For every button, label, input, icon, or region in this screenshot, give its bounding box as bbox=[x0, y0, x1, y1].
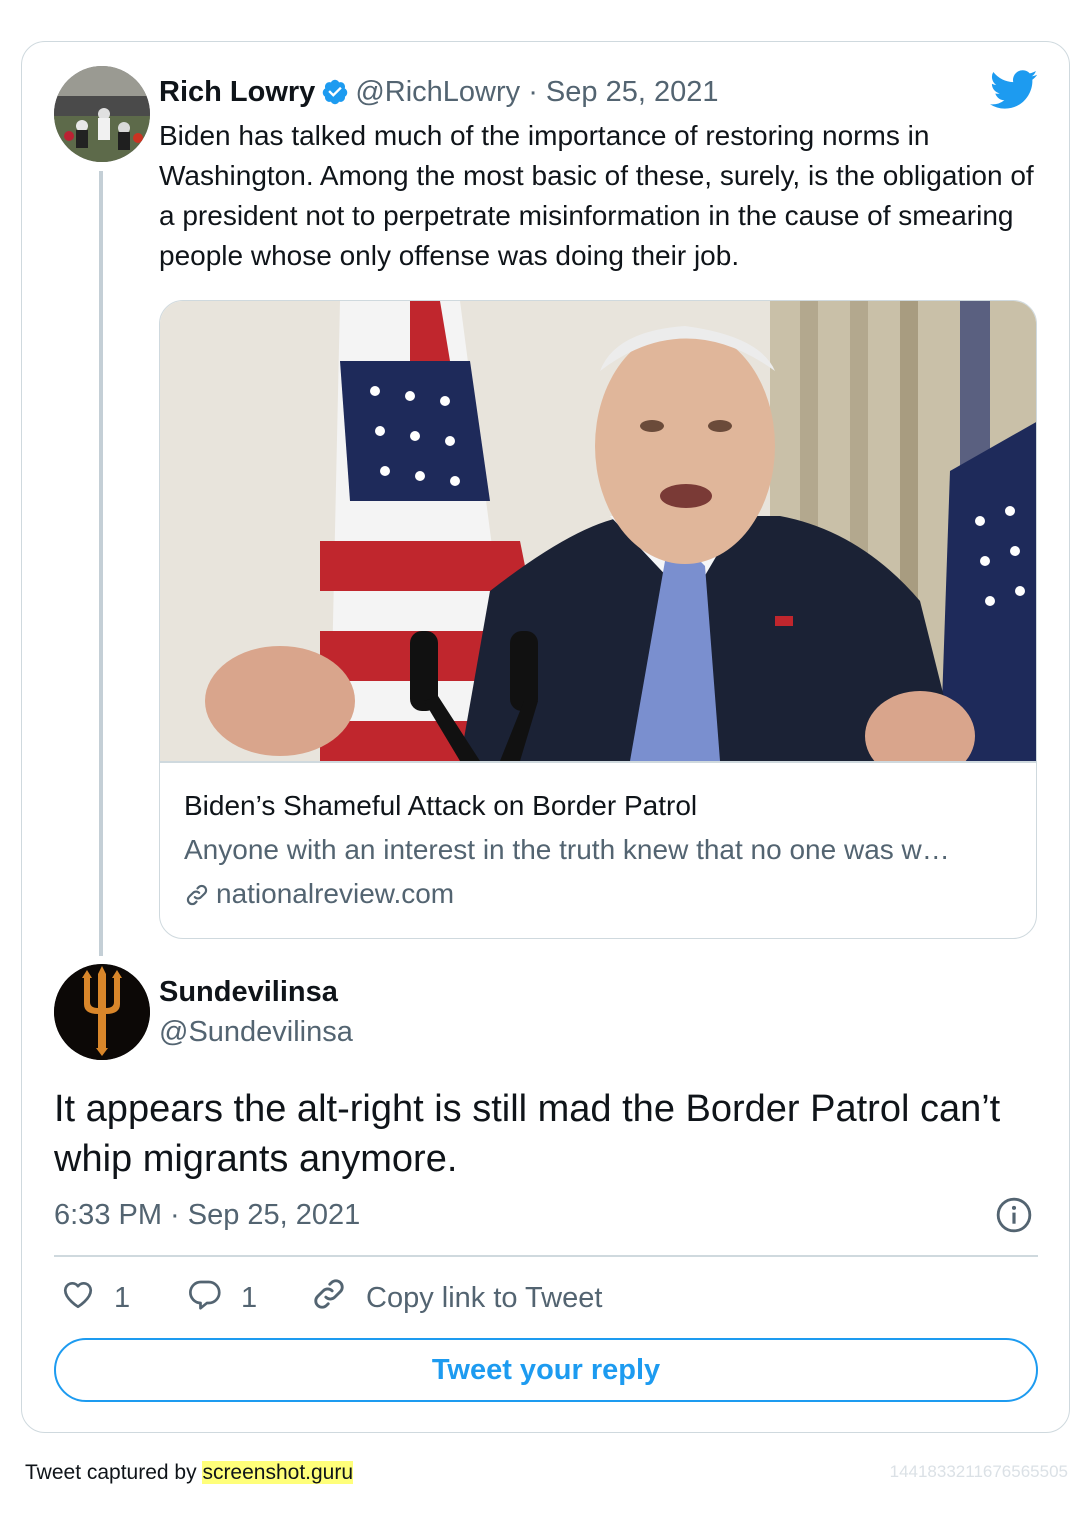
separator: · bbox=[528, 76, 538, 108]
tweet-date[interactable]: Sep 25, 2021 bbox=[546, 76, 719, 108]
captured-by-credit: Tweet captured by screenshot.guru bbox=[25, 1459, 354, 1487]
quoted-tweet-header: Rich Lowry @RichLowry · Sep 25, 2021 bbox=[159, 72, 718, 117]
reply-tweet-text: It appears the alt-right is still mad th… bbox=[54, 1088, 1001, 1180]
link-card-domain[interactable]: nationalreview.com bbox=[184, 875, 454, 913]
copy-link-label: Copy link to Tweet bbox=[366, 1281, 603, 1314]
thread-line bbox=[99, 171, 103, 956]
reply-author-name[interactable]: Sundevilinsa bbox=[159, 972, 338, 1012]
reply-author-handle[interactable]: @Sundevilinsa bbox=[159, 1012, 353, 1052]
link-preview-image bbox=[160, 301, 1036, 781]
captured-by-prefix: Tweet captured by bbox=[25, 1461, 203, 1484]
link-icon bbox=[184, 878, 216, 909]
author-handle[interactable]: @RichLowry bbox=[355, 76, 520, 108]
action-divider bbox=[54, 1255, 1038, 1257]
info-icon[interactable] bbox=[995, 1196, 1033, 1239]
copy-link-action[interactable]: Copy link to Tweet bbox=[310, 1276, 602, 1320]
tweet-id: 1441833211676565505 bbox=[889, 1462, 1068, 1481]
heart-icon bbox=[60, 1276, 114, 1320]
reply-count: 1 bbox=[241, 1281, 258, 1314]
tweet-your-reply-button[interactable]: Tweet your reply bbox=[54, 1338, 1038, 1402]
reply-action[interactable]: 1 bbox=[187, 1276, 257, 1320]
link-card-divider bbox=[160, 761, 1036, 763]
reply-bubble-icon bbox=[187, 1276, 241, 1320]
link-card-title[interactable]: Biden’s Shameful Attack on Border Patrol bbox=[184, 787, 697, 825]
rich-lowry-avatar[interactable] bbox=[54, 66, 150, 162]
quoted-tweet-text: Biden has talked much of the importance … bbox=[159, 120, 1034, 271]
sundevilinsa-avatar[interactable] bbox=[54, 964, 150, 1060]
like-action[interactable]: 1 bbox=[60, 1276, 130, 1320]
twitter-bird-icon[interactable] bbox=[990, 70, 1038, 115]
screenshot-guru-link[interactable]: screenshot.guru bbox=[202, 1461, 354, 1484]
link-domain-text: nationalreview.com bbox=[216, 878, 455, 909]
reply-timestamp[interactable]: 6:33 PM · Sep 25, 2021 bbox=[54, 1195, 360, 1235]
author-name[interactable]: Rich Lowry bbox=[159, 76, 315, 108]
copy-link-icon bbox=[310, 1275, 366, 1321]
link-preview-card[interactable]: Biden’s Shameful Attack on Border Patrol… bbox=[159, 300, 1037, 939]
like-count: 1 bbox=[114, 1281, 131, 1314]
verified-badge-icon bbox=[321, 77, 349, 117]
link-card-description: Anyone with an interest in the truth kne… bbox=[184, 834, 950, 865]
